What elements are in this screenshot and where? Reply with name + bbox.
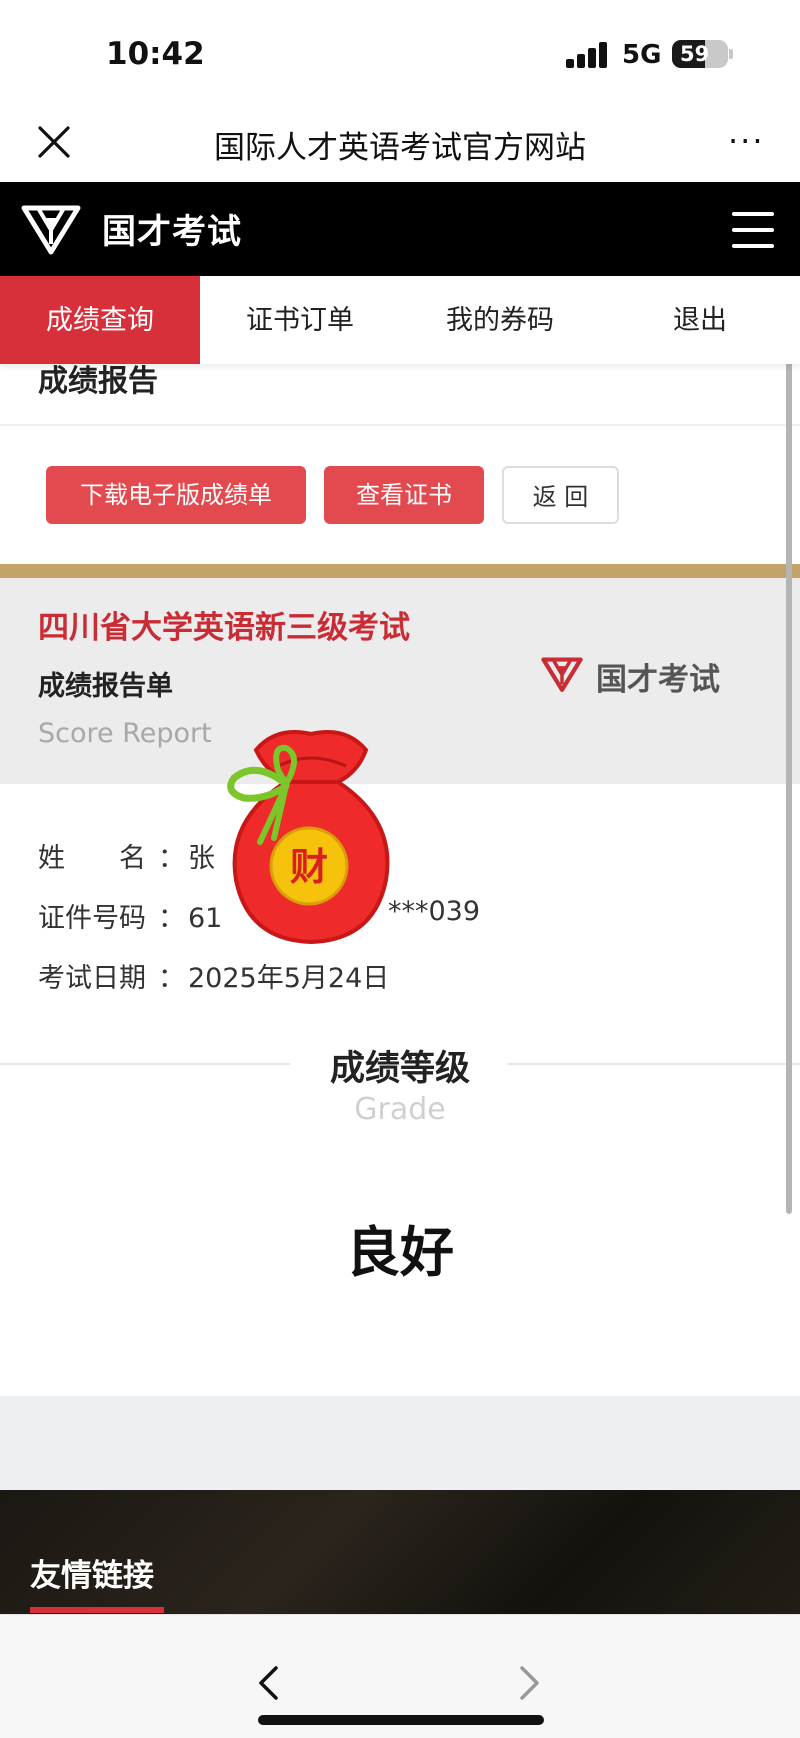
gray-spacer [0, 1396, 800, 1490]
menu-icon[interactable] [732, 212, 774, 248]
tab-logout[interactable]: 退出 [600, 276, 800, 364]
battery-level: 59 [680, 42, 710, 66]
exam-name: 四川省大学英语新三级考试 [38, 610, 410, 646]
info-row-name: 姓 名：张 [38, 836, 215, 875]
report-logo-icon [540, 654, 584, 694]
scrollbar[interactable] [786, 290, 792, 1214]
back-button[interactable]: 返 回 [502, 466, 619, 524]
info-label: 考试日期 [38, 963, 146, 994]
info-row-date: 考试日期： 2025年5月24日 [38, 956, 389, 995]
money-bag-sticker: 财 [216, 720, 406, 950]
home-indicator [258, 1715, 544, 1725]
info-row-id: 证件号码： 61 [38, 896, 222, 935]
browser-nav-bar: 国际人才英语考试官方网站 ··· [0, 108, 800, 182]
battery-icon: 59 [672, 40, 728, 68]
report-logo-text: 国才考试 [596, 662, 720, 698]
info-label: 证件号码 [38, 903, 146, 934]
report-title: 成绩报告单 [38, 671, 173, 702]
report-title-en: Score Report [38, 718, 212, 749]
info-value: 2025年5月24日 [188, 963, 390, 994]
gold-divider [0, 564, 800, 578]
info-value: 张 [188, 843, 215, 874]
site-logo-icon[interactable] [20, 200, 82, 258]
network-type: 5G [622, 40, 662, 70]
more-icon[interactable]: ··· [728, 122, 765, 160]
sticker-char: 财 [290, 845, 328, 889]
grade-label: 成绩等级 [329, 1049, 470, 1089]
status-bar: 10:42 5G 59 [0, 0, 800, 108]
grade-value: 良好 [346, 1221, 454, 1284]
site-header: 国才考试 [0, 182, 800, 276]
tab-my-coupons[interactable]: 我的券码 [400, 276, 600, 364]
page-title: 国际人才英语考试官方网站 [214, 130, 586, 166]
tab-bar: 成绩查询 证书订单 我的券码 退出 [0, 276, 800, 364]
signal-icon [566, 42, 610, 68]
status-time: 10:42 [106, 36, 205, 72]
info-label: 姓 名 [38, 843, 146, 874]
tab-score-query[interactable]: 成绩查询 [0, 276, 200, 364]
back-arrow-icon[interactable] [256, 1665, 280, 1701]
view-certificate-button[interactable]: 查看证书 [324, 466, 484, 524]
forward-arrow-icon[interactable] [518, 1665, 542, 1701]
tab-certificate-orders[interactable]: 证书订单 [200, 276, 400, 364]
download-transcript-button[interactable]: 下载电子版成绩单 [46, 466, 306, 524]
footer-underline [30, 1607, 164, 1613]
grade-label-en: Grade [354, 1092, 446, 1127]
site-logo-text: 国才考试 [102, 212, 242, 252]
divider [0, 424, 800, 426]
friend-links-title[interactable]: 友情链接 [30, 1550, 154, 1595]
